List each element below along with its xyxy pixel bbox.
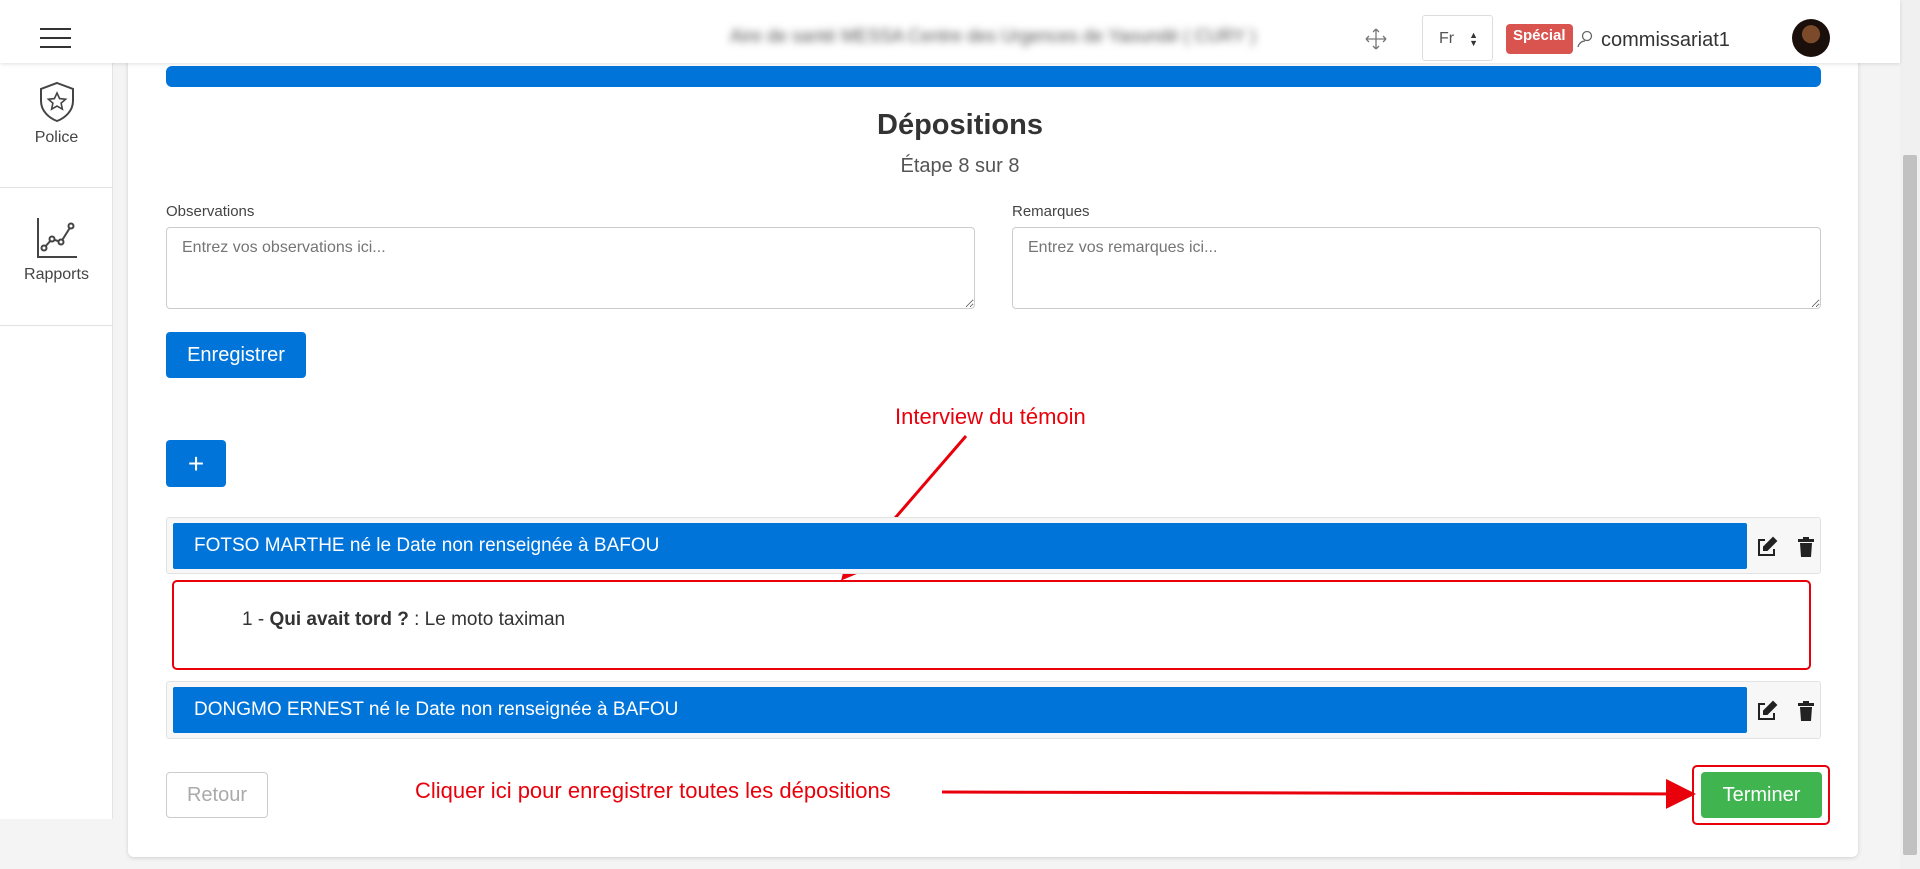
move-arrows-icon[interactable] xyxy=(1364,27,1388,51)
edit-icon[interactable] xyxy=(1756,700,1778,722)
page-title: Dépositions xyxy=(877,109,1043,141)
edit-icon[interactable] xyxy=(1756,536,1778,558)
question-text: Qui avait tord ? xyxy=(269,609,409,630)
annotation-finish-hint: Cliquer ici pour enregistrer toutes les … xyxy=(415,778,891,803)
sidebar-item-rapports[interactable]: Rapports xyxy=(0,216,113,284)
top-header: Aire de santé MESSA Centre des Urgences … xyxy=(0,0,1900,63)
line-chart-icon xyxy=(36,218,77,258)
deposition-header[interactable]: DONGMO ERNEST né le Date non renseignée … xyxy=(173,687,1747,733)
scrollbar-thumb[interactable] xyxy=(1903,155,1917,855)
answer-number: 1 - xyxy=(242,609,265,630)
hamburger-menu-icon[interactable] xyxy=(40,28,71,48)
deposition-panel: FOTSO MARTHE né le Date non renseignée à… xyxy=(166,517,1821,574)
language-select[interactable]: Fr ▲ ▼ xyxy=(1422,15,1493,61)
finish-button[interactable]: Terminer xyxy=(1701,772,1822,818)
avatar[interactable] xyxy=(1792,19,1830,57)
step-indicator: Étape 8 sur 8 xyxy=(900,155,1020,177)
add-deposition-button[interactable]: + xyxy=(166,440,226,487)
facility-title: Aire de santé MESSA Centre des Urgences … xyxy=(730,26,1256,46)
username[interactable]: commissariat1 xyxy=(1601,29,1730,52)
observations-label: Observations xyxy=(166,203,255,220)
trash-icon[interactable] xyxy=(1795,700,1817,722)
progress-bar xyxy=(166,66,1821,87)
deposition-answers: 1 - Qui avait tord ? : Le moto taximan xyxy=(172,580,1811,670)
trash-icon[interactable] xyxy=(1795,536,1817,558)
answer-item: 1 - Qui avait tord ? : Le moto taximan xyxy=(242,609,565,631)
annotation-interview: Interview du témoin xyxy=(895,404,1086,429)
deposition-header[interactable]: FOTSO MARTHE né le Date non renseignée à… xyxy=(173,523,1747,569)
sidebar-divider xyxy=(0,325,113,326)
save-button[interactable]: Enregistrer xyxy=(166,332,306,378)
language-value: Fr xyxy=(1439,30,1455,47)
back-button[interactable]: Retour xyxy=(166,772,268,818)
special-badge: Spécial xyxy=(1506,24,1573,54)
remarques-textarea[interactable] xyxy=(1012,227,1821,309)
sidebar-divider xyxy=(0,187,113,188)
answer-text: : Le moto taximan xyxy=(408,609,566,630)
user-icon xyxy=(1577,30,1593,48)
select-arrows-icon: ▲ ▼ xyxy=(1469,30,1478,48)
deposition-panel: DONGMO ERNEST né le Date non renseignée … xyxy=(166,681,1821,739)
remarques-label: Remarques xyxy=(1012,203,1090,220)
sidebar-item-label: Rapports xyxy=(24,266,89,283)
observations-textarea[interactable] xyxy=(166,227,975,309)
